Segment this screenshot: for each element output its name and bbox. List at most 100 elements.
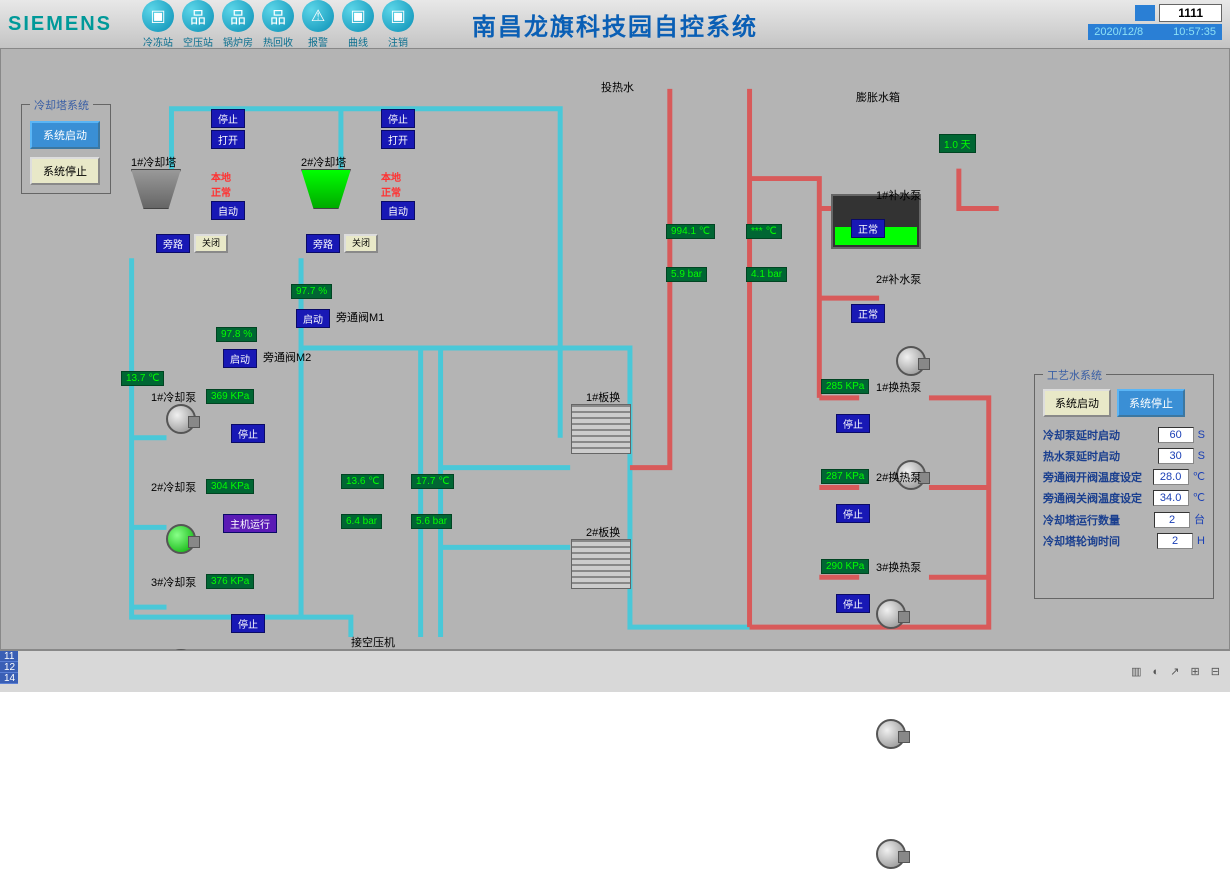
bypass1-pct: 97.7 % [291,284,332,299]
heatpump1-icon [876,599,906,629]
exchanger2-label: 2#板换 [586,524,620,540]
folder-icon: ▣ [142,0,174,32]
supplypump2-label: 2#补水泵 [876,271,921,287]
setting-label-1: 热水泵延时启动 [1043,448,1120,464]
heatpump3-icon [876,839,906,869]
setting-input-3[interactable] [1153,490,1189,506]
page-title: 南昌龙旗科技园自控系统 [472,7,758,42]
exchanger1-icon [571,404,631,454]
coolpump2-icon [166,524,196,554]
tower2-close[interactable]: 关闭 [344,234,378,253]
setting-label-4: 冷却塔运行数量 [1043,512,1120,528]
tower1-status2: 打开 [211,130,245,149]
tower1-label: 1#冷却塔 [131,154,176,170]
footer-row3: 14 [0,673,18,684]
setting-input-1[interactable] [1158,448,1194,464]
tower1-bypass[interactable]: 旁路 [156,234,190,253]
hot-t1: 994.1 ℃ [666,224,715,239]
mid-t1: 13.6 ℃ [341,474,384,489]
setting-unit-0: S [1198,429,1205,441]
logo: SIEMENS [8,13,112,36]
user-icon [1135,5,1155,21]
bypass1-btn[interactable]: 启动 [296,309,330,328]
nav-icons: ▣冷冻站 品空压站 品锅炉房 品热回收 ⚠报警 ▣曲线 ▣注销 [142,0,414,49]
system-start-button[interactable]: 系统启动 [30,121,100,149]
heatpump1-kpa: 285 KPa [821,379,869,394]
network-icon: 品 [222,0,254,32]
setting-unit-1: S [1198,450,1205,462]
tower1-close[interactable]: 关闭 [194,234,228,253]
setting-label-2: 旁通阀开阀温度设定 [1043,469,1142,485]
setting-label-3: 旁通阀关阀温度设定 [1043,490,1142,506]
bypass2-label: 旁通阀M2 [263,349,311,365]
compressor-label: 接空压机 [351,634,395,650]
tower1-fault: 本地 [211,169,245,184]
tower2-mode: 正常 [381,184,415,199]
setting-label-0: 冷却泵延时启动 [1043,427,1120,443]
tower1-icon [131,169,181,209]
top-bar: SIEMENS ▣冷冻站 品空压站 品锅炉房 品热回收 ⚠报警 ▣曲线 ▣注销 … [0,0,1230,48]
bypass2-pct: 97.8 % [216,327,257,342]
setting-input-4[interactable] [1154,512,1190,528]
setting-input-2[interactable] [1153,469,1189,485]
panel-title: 冷却塔系统 [30,97,93,113]
tower2-status2: 打开 [381,130,415,149]
process-water-panel: 工艺水系统 系统启动 系统停止 冷却泵延时启动S热水泵延时启动S旁通阀开阀温度设… [1034,374,1214,599]
user-box: 1111 2020/12/810:57:35 [1088,4,1222,40]
nav-curve[interactable]: ▣曲线 [342,0,374,49]
heatpump2-label: 2#换热泵 [876,469,921,485]
heatpump1-label: 1#换热泵 [876,379,921,395]
setting-input-5[interactable] [1157,533,1193,549]
panel-title: 工艺水系统 [1043,367,1106,383]
cooling-tower-panel: 冷却塔系统 系统启动 系统停止 [21,104,111,194]
nav-air-compressor[interactable]: 品空压站 [182,0,214,49]
footer-row2: 12 [0,662,18,673]
system-stop-button[interactable]: 系统停止 [30,157,100,185]
footer-icons: ▥ ◐ ↗ ⊞ ⊟ [1131,665,1224,678]
proc-stop-button[interactable]: 系统停止 [1117,389,1185,417]
supplypump2-state[interactable]: 正常 [851,304,885,323]
hot-b2: 4.1 bar [746,267,787,282]
coolpump3-kpa: 376 KPa [206,574,254,589]
folder-icon: ▣ [382,0,414,32]
setting-label-5: 冷却塔轮询时间 [1043,533,1120,549]
exptank-label: 膨胀水箱 [856,89,900,105]
heatpump2-kpa: 287 KPa [821,469,869,484]
supplypump1-label: 1#补水泵 [876,187,921,203]
heatpump3-state[interactable]: 停止 [836,594,870,613]
tower2-fault: 本地 [381,169,415,184]
tower2-bypass[interactable]: 旁路 [306,234,340,253]
hot-b1: 5.9 bar [666,267,707,282]
hotwater-label: 投热水 [601,79,634,95]
footer: 11 12 14 ▥ ◐ ↗ ⊞ ⊟ [0,650,1230,692]
heatpump3-label: 3#换热泵 [876,559,921,575]
setting-unit-4: 台 [1194,514,1205,526]
coolpump3-state[interactable]: 停止 [231,614,265,633]
heatpump2-state[interactable]: 停止 [836,504,870,523]
mid-t2: 17.7 ℃ [411,474,454,489]
heatpump2-icon [876,719,906,749]
coolpump1-state[interactable]: 停止 [231,424,265,443]
supplypump1-state[interactable]: 正常 [851,219,885,238]
bypass1-label: 旁通阀M1 [336,309,384,325]
network-icon: 品 [182,0,214,32]
nav-logout[interactable]: ▣注销 [382,0,414,49]
tower1-mode: 正常 [211,184,245,199]
heatpump3-kpa: 290 KPa [821,559,869,574]
nav-boiler[interactable]: 品锅炉房 [222,0,254,49]
coolpump2-state[interactable]: 主机运行 [223,514,277,533]
coolpump2-label: 2#冷却泵 [151,479,196,495]
hot-t2: *** ℃ [746,224,782,239]
proc-start-button[interactable]: 系统启动 [1043,389,1111,417]
heatpump1-state[interactable]: 停止 [836,414,870,433]
mid-b1: 6.4 bar [341,514,382,529]
bypass2-btn[interactable]: 启动 [223,349,257,368]
nav-cooling-station[interactable]: ▣冷冻站 [142,0,174,49]
nav-alarm[interactable]: ⚠报警 [302,0,334,49]
exchanger2-icon [571,539,631,589]
tower2-label: 2#冷却塔 [301,154,346,170]
setting-input-0[interactable] [1158,427,1194,443]
supplypump1-icon [896,346,926,376]
setting-unit-3: ℃ [1193,492,1205,504]
nav-heat-recovery[interactable]: 品热回收 [262,0,294,49]
